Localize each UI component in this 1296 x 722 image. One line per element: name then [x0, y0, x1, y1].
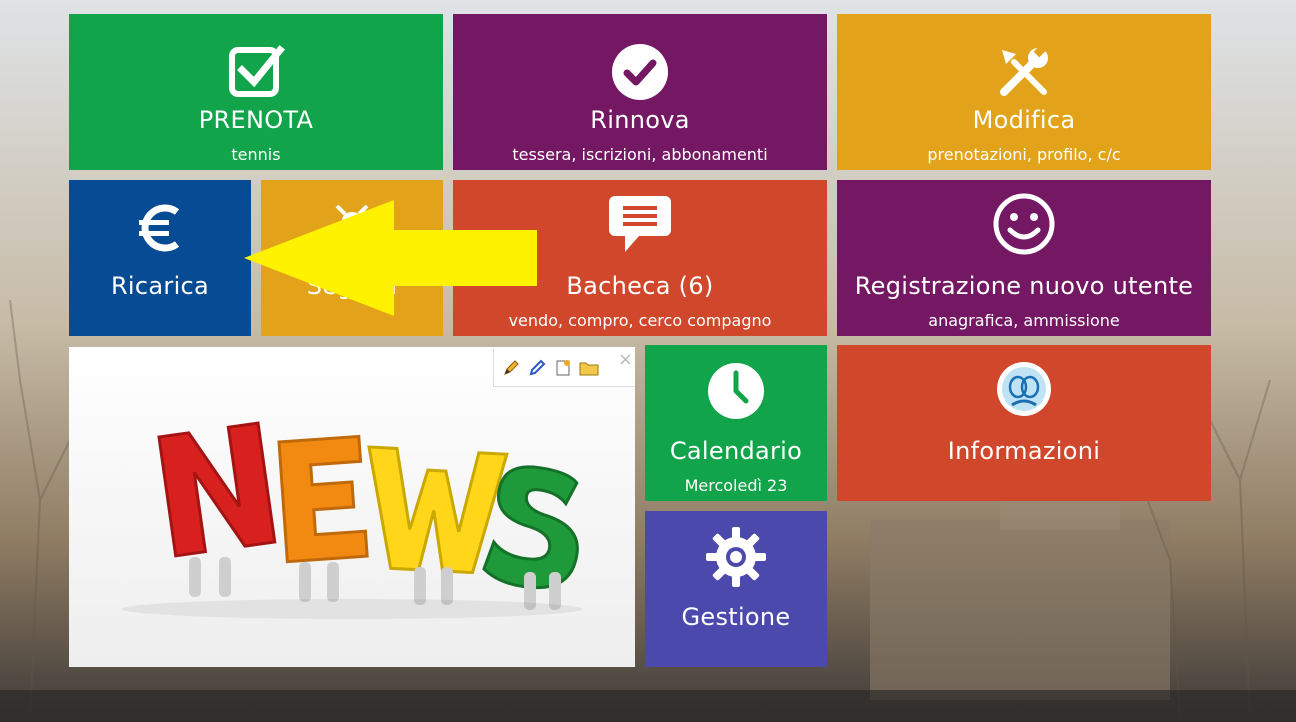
tile-title: Rinnova	[590, 106, 690, 134]
tile-title: Informazioni	[947, 437, 1101, 465]
tile-bacheca[interactable]: Bacheca (6) vendo, compro, cerco compagn…	[453, 180, 827, 336]
close-icon[interactable]: ×	[618, 351, 633, 369]
tile-subtitle: Mercoledì 23	[684, 476, 788, 495]
bug-icon	[327, 198, 377, 252]
tools-icon	[994, 42, 1054, 106]
pencil-icon[interactable]	[500, 357, 522, 379]
euro-icon	[135, 198, 185, 262]
tile-informazioni[interactable]: Informazioni	[837, 345, 1211, 501]
tile-subtitle: tessera, iscrizioni, abbonamenti	[512, 145, 768, 164]
tile-title: Modifica	[972, 106, 1076, 134]
tile-calendario[interactable]: Calendario Mercoledì 23	[645, 345, 827, 501]
tile-rinnova[interactable]: Rinnova tessera, iscrizioni, abbonamenti	[453, 14, 827, 170]
new-page-icon[interactable]	[552, 357, 574, 379]
tile-title: Gestione	[681, 603, 791, 631]
tile-ricarica[interactable]: Ricarica	[69, 180, 251, 336]
tile-title: Bacheca (6)	[566, 272, 714, 300]
folder-icon[interactable]	[578, 357, 600, 379]
smiley-icon	[992, 192, 1056, 260]
tile-title: Segnali	[306, 272, 398, 300]
tile-subtitle: tennis	[231, 145, 281, 164]
tennis-club-logo	[996, 361, 1052, 421]
clock-icon	[706, 361, 766, 425]
checkbox-icon	[226, 42, 286, 106]
tile-title: Calendario	[669, 437, 803, 465]
tile-prenota[interactable]: PRENOTA tennis	[69, 14, 443, 170]
tile-subtitle: prenotazioni, profilo, c/c	[927, 145, 1121, 164]
tile-subtitle: anagrafica, ammissione	[928, 311, 1120, 330]
tile-segnali[interactable]: Segnali	[261, 180, 443, 336]
tile-modifica[interactable]: Modifica prenotazioni, profilo, c/c	[837, 14, 1211, 170]
news-toolbar	[493, 349, 635, 387]
check-circle-icon	[610, 42, 670, 106]
edit-icon[interactable]	[526, 357, 548, 379]
news-image	[69, 347, 635, 667]
tile-registrazione[interactable]: Registrazione nuovo utente anagrafica, a…	[837, 180, 1211, 336]
tile-subtitle: vendo, compro, cerco compagno	[508, 311, 772, 330]
tile-title: Registrazione nuovo utente	[854, 272, 1194, 300]
news-panel[interactable]: ×	[69, 347, 635, 667]
gear-icon	[704, 525, 768, 593]
tile-gestione[interactable]: Gestione	[645, 511, 827, 667]
chat-bubble-icon	[609, 192, 671, 258]
tile-title: PRENOTA	[198, 106, 314, 134]
tile-title: Ricarica	[110, 272, 210, 300]
